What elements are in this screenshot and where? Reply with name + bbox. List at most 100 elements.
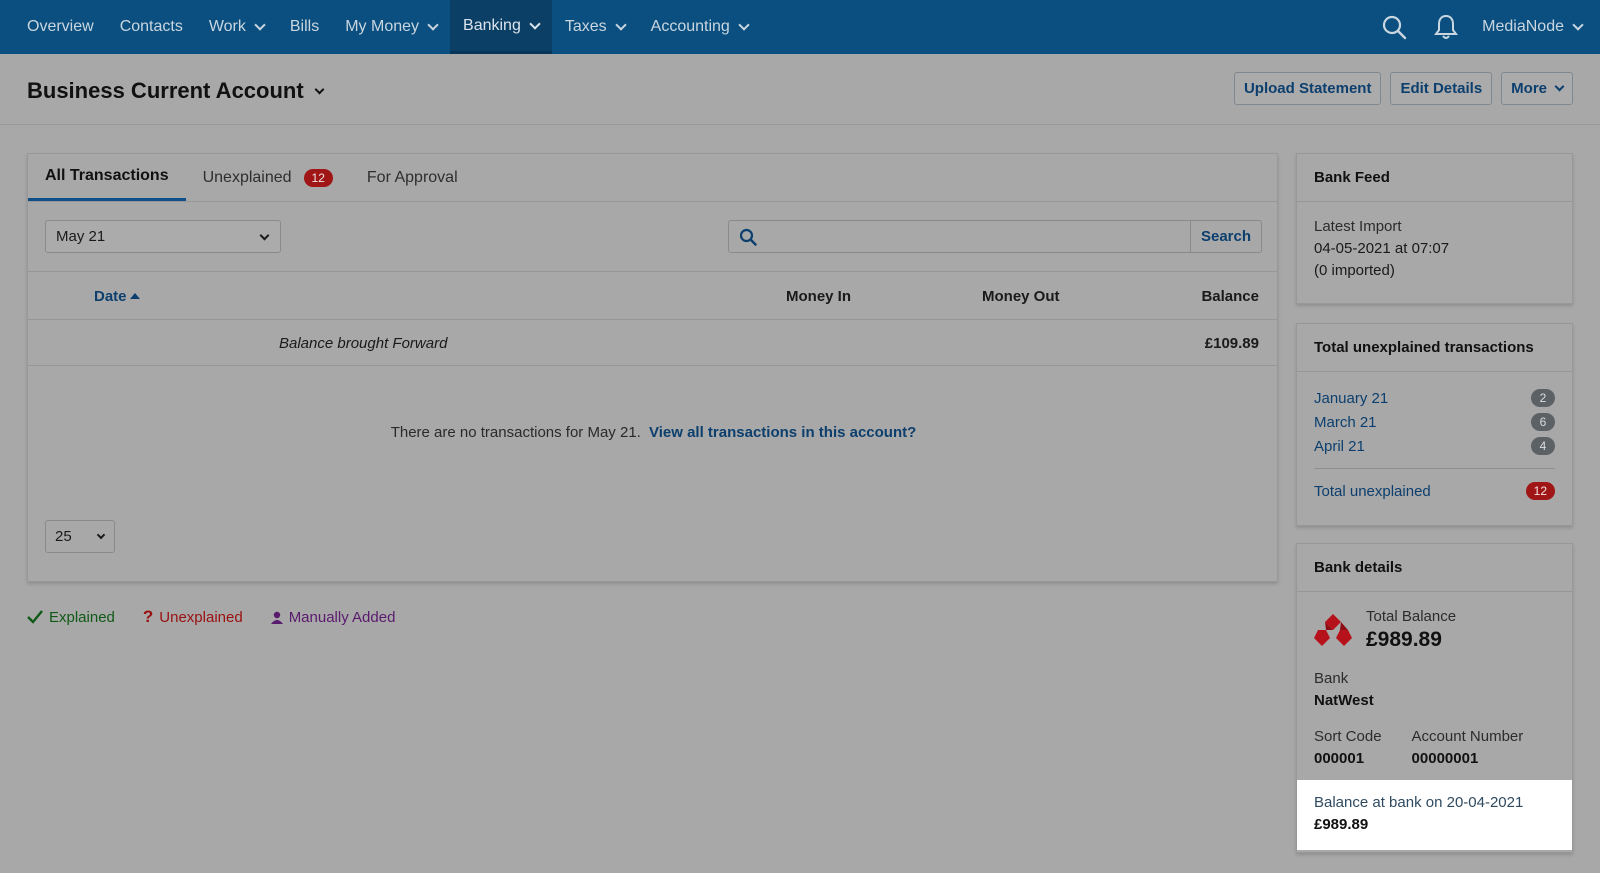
legend-manually-added: Manually Added	[270, 607, 395, 627]
bank-label: Bank	[1314, 670, 1349, 687]
nav-taxes[interactable]: Taxes	[552, 0, 638, 54]
nav-contacts-label: Contacts	[119, 18, 183, 35]
nav-work[interactable]: Work	[196, 0, 277, 54]
chevron-down-icon	[259, 230, 270, 241]
total-unexplained-badge: 12	[1525, 482, 1555, 500]
latest-import-label: Latest Import	[1314, 218, 1402, 235]
top-navigation: Overview Contacts Work Bills My Money Ba…	[0, 0, 1600, 54]
chevron-down-icon	[427, 19, 439, 31]
table-header: Date Money In Money Out Balance	[28, 272, 1277, 320]
month-select[interactable]: May 21	[45, 220, 281, 253]
tab-unexplained-label: Unexplained	[202, 168, 292, 186]
page-size-select[interactable]: 25	[45, 520, 115, 553]
nav-bills[interactable]: Bills	[277, 0, 332, 54]
natwest-logo	[1314, 614, 1352, 646]
nav-right: MediaNode	[1368, 0, 1600, 54]
tab-for-approval[interactable]: For Approval	[350, 154, 475, 201]
unexplained-month-link[interactable]: April 21	[1314, 438, 1365, 455]
imported-count: (0 imported)	[1314, 262, 1395, 279]
nav-bills-label: Bills	[289, 18, 320, 35]
nav-taxes-label: Taxes	[564, 18, 607, 35]
status-legend: Explained ? Unexplained Manually Added	[27, 607, 395, 627]
bank-balance-summary: Total Balance £989.89	[1314, 606, 1555, 652]
nav-accounting-label: Accounting	[650, 18, 730, 35]
sort-asc-icon	[129, 293, 140, 299]
column-date[interactable]: Date	[94, 288, 140, 305]
month-select-value: May 21	[56, 228, 106, 245]
column-money-out-label: Money Out	[982, 288, 1060, 305]
bank-details-card: Bank details Total Balance £989.89 Bank …	[1296, 543, 1573, 853]
account-number-block: Account Number 00000001	[1412, 726, 1524, 770]
person-icon	[270, 611, 283, 624]
header-actions: Upload Statement Edit Details More	[1233, 72, 1573, 105]
nav-contacts[interactable]: Contacts	[107, 0, 196, 54]
nav-overview[interactable]: Overview	[14, 0, 107, 54]
transaction-search: Search	[728, 220, 1262, 253]
sort-code-label: Sort Code	[1314, 728, 1382, 745]
bank-feed-card: Bank Feed Latest Import 04-05-2021 at 07…	[1296, 153, 1573, 304]
nav-my-money-label: My Money	[345, 18, 420, 35]
nav-overview-label: Overview	[27, 18, 94, 35]
balance-at-bank-label: Balance at bank on 20-04-2021	[1314, 794, 1524, 811]
upload-statement-label: Upload Statement	[1243, 80, 1372, 97]
upload-statement-button[interactable]: Upload Statement	[1233, 72, 1382, 105]
page-header: Business Current Account Upload Statemen…	[0, 54, 1600, 125]
page-size-value: 25	[55, 528, 72, 545]
latest-import-value: 04-05-2021 at 07:07	[1314, 240, 1450, 257]
tab-all-label: All Transactions	[45, 167, 169, 184]
column-money-in: Money In	[786, 288, 851, 305]
nav-banking[interactable]: Banking	[450, 0, 552, 54]
divider	[1314, 468, 1555, 469]
column-money-in-label: Money In	[786, 288, 852, 305]
view-all-transactions-link[interactable]: View all transactions in this account?	[649, 424, 916, 441]
search-input[interactable]	[767, 221, 1190, 252]
total-balance-value: £989.89	[1366, 628, 1442, 651]
bank-feed-body: Latest Import 04-05-2021 at 07:07 (0 imp…	[1297, 202, 1572, 296]
nav-my-money[interactable]: My Money	[332, 0, 450, 54]
bank-feed-title: Bank Feed	[1297, 154, 1572, 202]
legend-explained: Explained	[27, 607, 115, 627]
column-money-out: Money Out	[982, 288, 1060, 305]
column-balance-label: Balance	[1201, 288, 1259, 305]
nav-banking-label: Banking	[463, 16, 521, 34]
tab-unexplained[interactable]: Unexplained 12	[186, 154, 350, 201]
column-balance: Balance	[1201, 288, 1259, 305]
user-menu[interactable]: MediaNode	[1472, 18, 1584, 36]
bank-name: NatWest	[1314, 692, 1374, 709]
account-title-dropdown[interactable]: Business Current Account	[27, 78, 325, 104]
search-button[interactable]: Search	[1190, 221, 1261, 252]
search-icon[interactable]	[1368, 0, 1420, 54]
more-button[interactable]: More	[1501, 72, 1573, 105]
balance-at-bank-value: £989.89	[1314, 816, 1369, 833]
unexplained-month-link[interactable]: March 21	[1314, 414, 1377, 431]
bank-details-title: Bank details	[1297, 544, 1572, 592]
unexplained-summary-card: Total unexplained transactions January 2…	[1296, 323, 1573, 526]
bell-icon[interactable]	[1420, 0, 1472, 54]
bank-details-body: Total Balance £989.89 Bank NatWest Sort …	[1297, 592, 1572, 850]
table-row: Balance brought Forward £109.89	[28, 320, 1277, 366]
total-balance-label: Total Balance	[1366, 608, 1457, 625]
legend-unexplained-label: Unexplained	[159, 608, 243, 626]
filter-row: May 21 Search	[28, 202, 1277, 272]
chevron-down-icon	[1554, 81, 1565, 92]
nav-accounting[interactable]: Accounting	[638, 0, 761, 54]
page-title: Business Current Account	[27, 78, 304, 103]
search-button-label: Search	[1200, 228, 1252, 245]
chevron-down-icon	[1572, 19, 1584, 31]
total-unexplained-link[interactable]: Total unexplained	[1314, 483, 1431, 500]
unexplained-month-count: 2	[1531, 389, 1555, 407]
balance-at-bank-highlight: Balance at bank on 20-04-2021 £989.89	[1297, 780, 1572, 850]
column-date-label: Date	[94, 288, 127, 305]
edit-details-button[interactable]: Edit Details	[1390, 72, 1493, 105]
tab-all-transactions[interactable]: All Transactions	[28, 154, 186, 201]
unexplained-month-count: 6	[1531, 413, 1555, 431]
tab-approval-label: For Approval	[366, 168, 458, 186]
list-item: January 21 2	[1314, 386, 1555, 410]
transaction-tabs: All Transactions Unexplained 12 For Appro…	[28, 154, 1277, 202]
unexplained-month-count: 4	[1531, 437, 1555, 455]
unexplained-month-link[interactable]: January 21	[1314, 390, 1388, 407]
legend-unexplained: ? Unexplained	[143, 607, 243, 627]
account-identifiers: Sort Code 000001 Account Number 00000001	[1314, 726, 1555, 770]
transactions-card: All Transactions Unexplained 12 For Appro…	[27, 153, 1278, 582]
unexplained-summary-title: Total unexplained transactions	[1297, 324, 1572, 372]
